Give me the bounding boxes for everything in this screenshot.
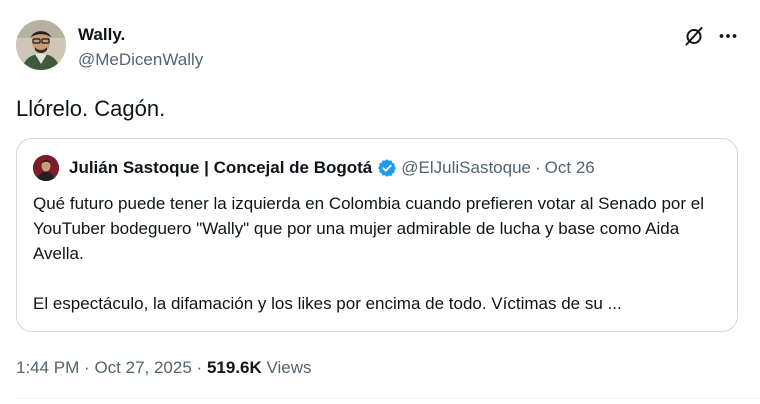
tweet-date[interactable]: Oct 27, 2025 bbox=[94, 358, 191, 377]
quoted-author-handle[interactable]: @ElJuliSastoque bbox=[401, 158, 531, 178]
quoted-paragraph-2: El espectáculo, la difamación y los like… bbox=[33, 294, 622, 313]
quoted-post-header: Julián Sastoque | Concejal de Bogotá @El… bbox=[69, 158, 595, 178]
views-count[interactable]: 519.6K bbox=[207, 358, 262, 377]
author-handle[interactable]: @MeDicenWally bbox=[78, 50, 203, 70]
tweet-text: Llórelo. Cagón. bbox=[16, 96, 166, 121]
separator-dot: · bbox=[534, 158, 541, 177]
quoted-post[interactable]: Julián Sastoque | Concejal de Bogotá @El… bbox=[16, 138, 738, 332]
verified-badge-icon bbox=[378, 159, 397, 177]
quoted-paragraph-1: Qué futuro puede tener la izquierda en C… bbox=[33, 194, 704, 263]
divider bbox=[16, 398, 760, 399]
meta-separator: · bbox=[84, 358, 90, 377]
quoted-author-avatar[interactable] bbox=[33, 155, 59, 181]
more-options-icon[interactable] bbox=[716, 24, 740, 48]
quoted-post-date[interactable]: Oct 26 bbox=[545, 158, 595, 178]
quoted-post-text: Qué futuro puede tener la izquierda en C… bbox=[33, 191, 729, 316]
tweet-meta: 1:44 PM · Oct 27, 2025 · 519.6K Views bbox=[16, 358, 312, 378]
author-avatar[interactable] bbox=[16, 20, 66, 70]
author-name[interactable]: Wally. bbox=[78, 25, 125, 45]
views-label: Views bbox=[266, 358, 312, 377]
tweet-time[interactable]: 1:44 PM bbox=[16, 358, 79, 377]
grok-icon[interactable] bbox=[682, 24, 706, 48]
meta-separator: · bbox=[196, 358, 203, 377]
quoted-author-name[interactable]: Julián Sastoque | Concejal de Bogotá bbox=[69, 158, 372, 178]
